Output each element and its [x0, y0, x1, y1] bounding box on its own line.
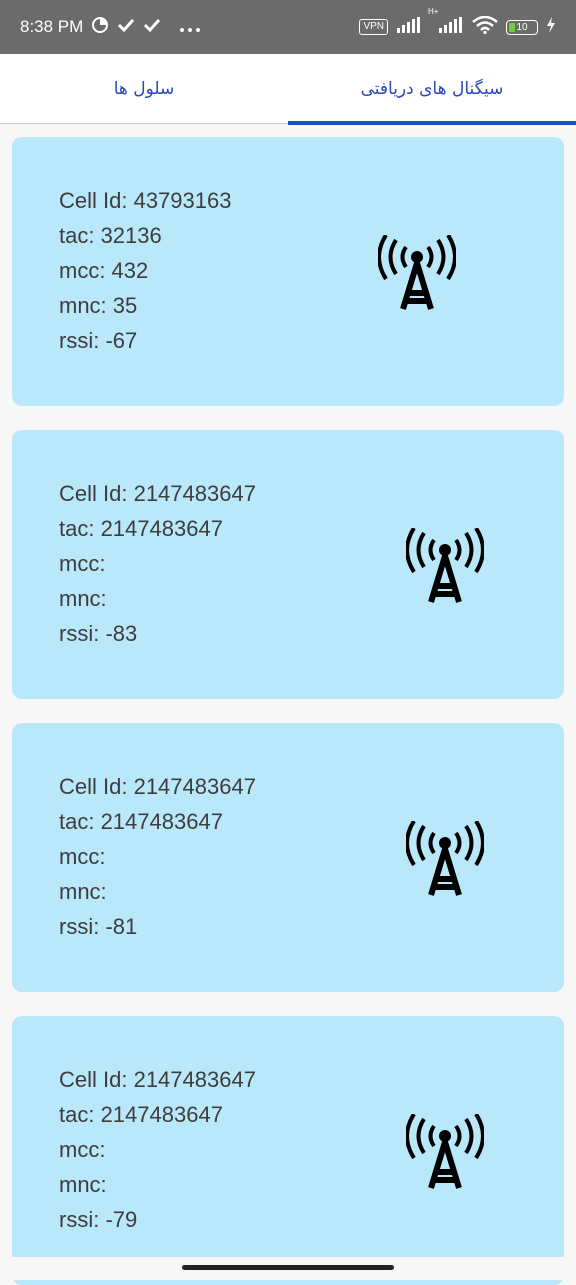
signal-icon [396, 17, 422, 37]
data-saver-icon [91, 16, 109, 38]
cell-tac: tac: 2147483647 [59, 809, 223, 834]
vpn-badge: VPN [359, 19, 388, 35]
cell-mnc: mnc: [59, 879, 107, 904]
cell-tower-icon [406, 528, 484, 603]
cell-id: Cell Id: 2147483647 [59, 774, 256, 799]
network-type-label: H+ [428, 7, 439, 16]
cell-mnc: mnc: [59, 1172, 107, 1197]
check-icon [117, 16, 135, 38]
cell-tower-icon [378, 235, 456, 310]
cell-mcc: mcc: 432 [59, 258, 149, 283]
cell-rssi: rssi: -79 [59, 1207, 138, 1232]
cell-card[interactable]: Cell Id: 2147483647 tac: 2147483647 mcc:… [12, 1016, 564, 1285]
charging-icon [546, 17, 556, 37]
cell-info: Cell Id: 2147483647 tac: 2147483647 mcc:… [59, 476, 256, 651]
status-time: 8:38 PM [20, 17, 84, 36]
cell-card[interactable]: Cell Id: 2147483647 tac: 2147483647 mcc:… [12, 723, 564, 992]
battery-icon: 10 [506, 19, 538, 35]
battery-level: 10 [516, 21, 528, 33]
home-gesture-handle[interactable] [182, 1265, 394, 1270]
cell-tac: tac: 2147483647 [59, 516, 223, 541]
cell-tower-icon [406, 821, 484, 896]
cell-info: Cell Id: 43793163 tac: 32136 mcc: 432 mn… [59, 183, 231, 358]
cell-mcc: mcc: [59, 1137, 106, 1162]
cell-tower-icon [406, 1114, 484, 1189]
cell-tac: tac: 2147483647 [59, 1102, 223, 1127]
tab-label: سلول ها [113, 78, 175, 99]
cell-mnc: mnc: 35 [59, 293, 138, 318]
cell-mnc: mnc: [59, 586, 107, 611]
more-dots-icon [179, 18, 201, 37]
cell-card[interactable]: Cell Id: 2147483647 tac: 2147483647 mcc:… [12, 430, 564, 699]
cell-info: Cell Id: 2147483647 tac: 2147483647 mcc:… [59, 1062, 256, 1237]
cell-mcc: mcc: [59, 551, 106, 576]
wifi-icon [472, 15, 498, 38]
cell-rssi: rssi: -67 [59, 328, 138, 353]
cell-rssi: rssi: -81 [59, 914, 138, 939]
cell-list: Cell Id: 43793163 tac: 32136 mcc: 432 mn… [12, 137, 564, 1285]
tab-cells[interactable]: سلول ها [0, 54, 288, 123]
cell-rssi: rssi: -83 [59, 621, 138, 646]
tab-received-signals[interactable]: سیگنال های دریافتی [288, 54, 576, 125]
signal-icon: H+ [428, 7, 464, 37]
cell-tac: tac: 32136 [59, 223, 162, 248]
cell-id: Cell Id: 2147483647 [59, 481, 256, 506]
cell-id: Cell Id: 2147483647 [59, 1067, 256, 1092]
cell-id: Cell Id: 43793163 [59, 188, 232, 213]
cell-info: Cell Id: 2147483647 tac: 2147483647 mcc:… [59, 769, 256, 944]
status-bar: 8:38 PM VPN H+ 10 [0, 0, 576, 54]
check-icon [143, 16, 161, 38]
cell-card[interactable]: Cell Id: 43793163 tac: 32136 mcc: 432 mn… [12, 137, 564, 406]
tab-label: سیگنال های دریافتی [360, 78, 504, 99]
cell-mcc: mcc: [59, 844, 106, 869]
tab-bar: سیگنال های دریافتی سلول ها [0, 54, 576, 125]
